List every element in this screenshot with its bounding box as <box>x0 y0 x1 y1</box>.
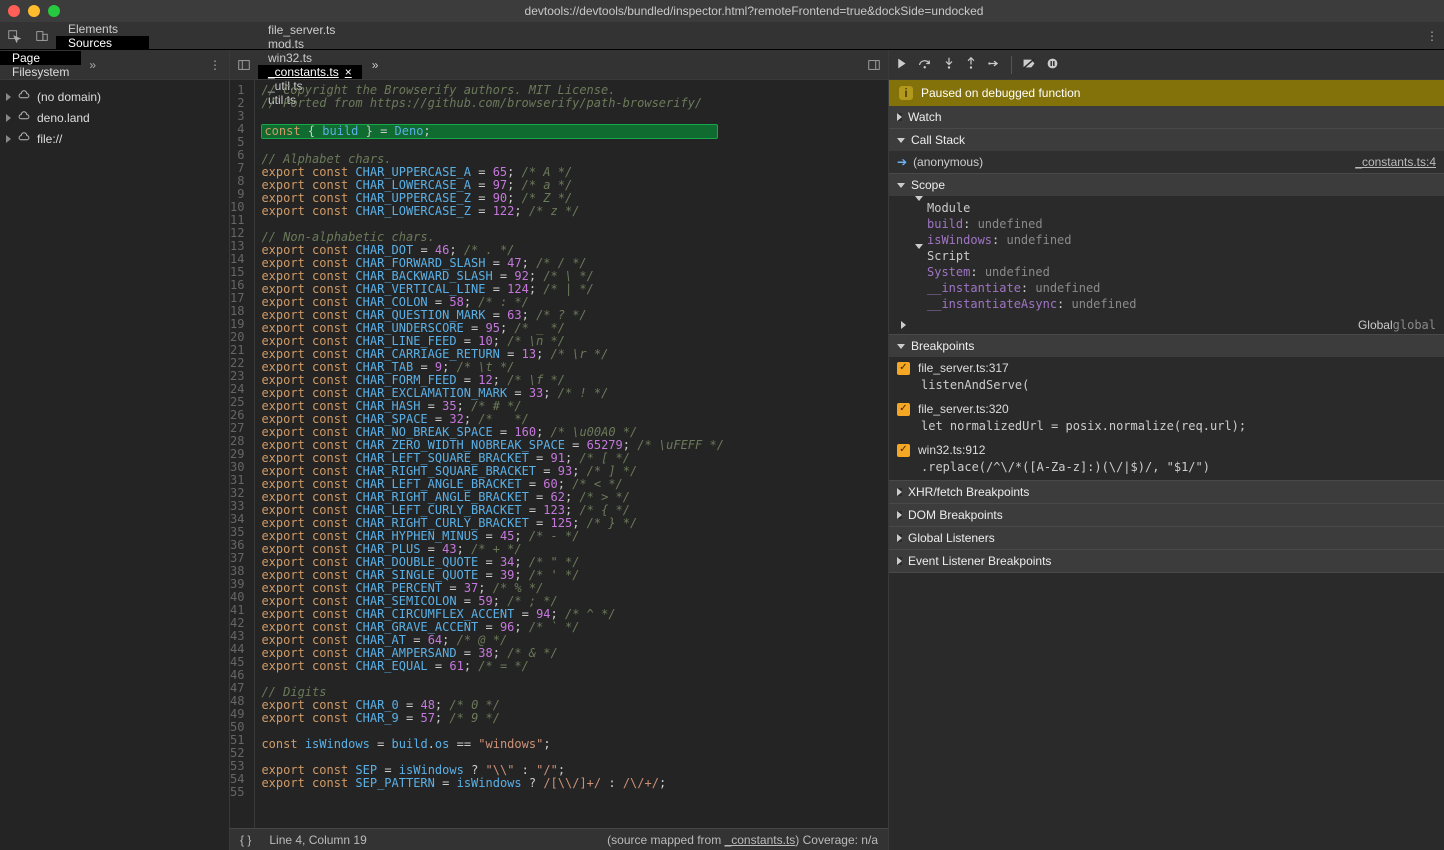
editor-area: file_server.tsmod.tswin32.ts_constants.t… <box>230 50 888 850</box>
dom-breakpoints-section[interactable]: DOM Breakpoints <box>889 504 1444 527</box>
chevron-right-icon <box>6 93 11 101</box>
chevron-down-icon <box>897 344 905 349</box>
file-tabs: file_server.tsmod.tswin32.ts_constants.t… <box>230 50 888 80</box>
breakpoint-item[interactable]: file_server.ts:320let normalizedUrl = po… <box>889 398 1444 439</box>
sidebar-tab-page[interactable]: Page <box>0 51 81 65</box>
paused-text: Paused on debugged function <box>921 86 1080 100</box>
sidebar-tab-filesystem[interactable]: Filesystem <box>0 65 81 79</box>
source-map-link[interactable]: _constants.ts <box>725 833 796 847</box>
step-into-icon[interactable] <box>943 56 955 73</box>
pretty-print-icon[interactable]: { } <box>240 833 251 847</box>
pause-on-exceptions-icon[interactable] <box>1046 57 1059 73</box>
breakpoint-item[interactable]: win32.ts:912.replace(/^\/*([A-Za-z]:)(\/… <box>889 439 1444 480</box>
breakpoints-section[interactable]: Breakpoints file_server.ts:317listenAndS… <box>889 335 1444 481</box>
toggle-debugger-panel-icon[interactable] <box>860 58 888 72</box>
file-tab[interactable]: win32.ts <box>258 51 362 65</box>
nav-panel-icon[interactable] <box>230 58 258 72</box>
resume-icon[interactable] <box>895 57 908 73</box>
chevron-right-icon <box>897 488 902 496</box>
chevron-right-icon <box>897 511 902 519</box>
checkbox-icon[interactable] <box>897 444 910 457</box>
devtools-tabstrip: ElementsSourcesAuditsNetworkPerformanceA… <box>0 22 1444 50</box>
debugger-panel: i Paused on debugged function Watch Call… <box>888 50 1444 850</box>
watch-section[interactable]: Watch <box>889 106 1444 129</box>
cloud-icon <box>17 88 31 105</box>
window-titlebar: devtools://devtools/bundled/inspector.ht… <box>0 0 1444 22</box>
close-icon[interactable]: × <box>345 65 352 79</box>
sidebar-menu-icon[interactable]: ⋮ <box>201 58 229 72</box>
chevron-down-icon <box>897 138 905 143</box>
chevron-right-icon <box>897 534 902 542</box>
chevron-right-icon <box>897 557 902 565</box>
step-out-icon[interactable] <box>965 56 977 73</box>
chevron-right-icon <box>897 113 902 121</box>
tree-item[interactable]: (no domain) <box>0 86 229 107</box>
close-window-icon[interactable] <box>8 5 20 17</box>
event-listener-breakpoints-section[interactable]: Event Listener Breakpoints <box>889 550 1444 573</box>
callstack-frame[interactable]: ➔ (anonymous) _constants.ts:4 <box>889 151 1444 173</box>
tab-sources[interactable]: Sources <box>56 36 149 50</box>
cloud-icon <box>17 109 31 126</box>
deactivate-breakpoints-icon[interactable] <box>1022 57 1036 73</box>
step-over-icon[interactable] <box>918 57 933 73</box>
callstack-location[interactable]: _constants.ts:4 <box>1355 155 1436 169</box>
minimize-window-icon[interactable] <box>28 5 40 17</box>
chevron-down-icon <box>897 183 905 188</box>
file-tab[interactable]: _constants.ts× <box>258 65 362 79</box>
step-icon[interactable] <box>987 57 1001 73</box>
devtools-menu-icon[interactable]: ⋮ <box>1420 22 1444 49</box>
breakpoint-item[interactable]: file_server.ts:317listenAndServe( <box>889 357 1444 398</box>
scope-global[interactable]: Globalglobal <box>889 316 1444 334</box>
file-tab[interactable]: mod.ts <box>258 37 362 51</box>
checkbox-icon[interactable] <box>897 403 910 416</box>
scope-section[interactable]: Scope Modulebuild: undefinedisWindows: u… <box>889 174 1444 335</box>
file-tab[interactable]: file_server.ts <box>258 23 362 37</box>
tree-item[interactable]: deno.land <box>0 107 229 128</box>
sources-sidebar: PageFilesystem » ⋮ (no domain)deno.landf… <box>0 50 230 850</box>
tab-elements[interactable]: Elements <box>56 22 149 36</box>
inspect-element-icon[interactable] <box>0 22 28 49</box>
current-frame-icon: ➔ <box>897 155 907 169</box>
traffic-lights <box>8 5 60 17</box>
window-title: devtools://devtools/bundled/inspector.ht… <box>72 4 1436 18</box>
cursor-position: Line 4, Column 19 <box>269 833 366 847</box>
chevron-right-icon <box>6 114 11 122</box>
tree-item[interactable]: file:// <box>0 128 229 149</box>
editor-statusbar: { } Line 4, Column 19 (source mapped fro… <box>230 828 888 850</box>
chevron-right-icon <box>6 135 11 143</box>
cloud-icon <box>17 130 31 147</box>
paused-banner: i Paused on debugged function <box>889 80 1444 106</box>
sidebar-more-icon[interactable]: » <box>81 58 104 72</box>
zoom-window-icon[interactable] <box>48 5 60 17</box>
code-editor[interactable]: 1234567891011121314151617181920212223242… <box>230 80 888 828</box>
file-tree[interactable]: (no domain)deno.landfile:// <box>0 80 229 155</box>
xhr-breakpoints-section[interactable]: XHR/fetch Breakpoints <box>889 481 1444 504</box>
source-map-info: (source mapped from _constants.ts) Cover… <box>607 833 878 847</box>
global-listeners-section[interactable]: Global Listeners <box>889 527 1444 550</box>
info-icon: i <box>899 86 913 100</box>
debugger-toolbar <box>889 50 1444 80</box>
file-tabs-more-icon[interactable]: » <box>362 50 389 79</box>
checkbox-icon[interactable] <box>897 362 910 375</box>
device-mode-icon[interactable] <box>28 22 56 49</box>
callstack-section[interactable]: Call Stack ➔ (anonymous) _constants.ts:4 <box>889 129 1444 174</box>
sidebar-tabs: PageFilesystem » ⋮ <box>0 50 229 80</box>
